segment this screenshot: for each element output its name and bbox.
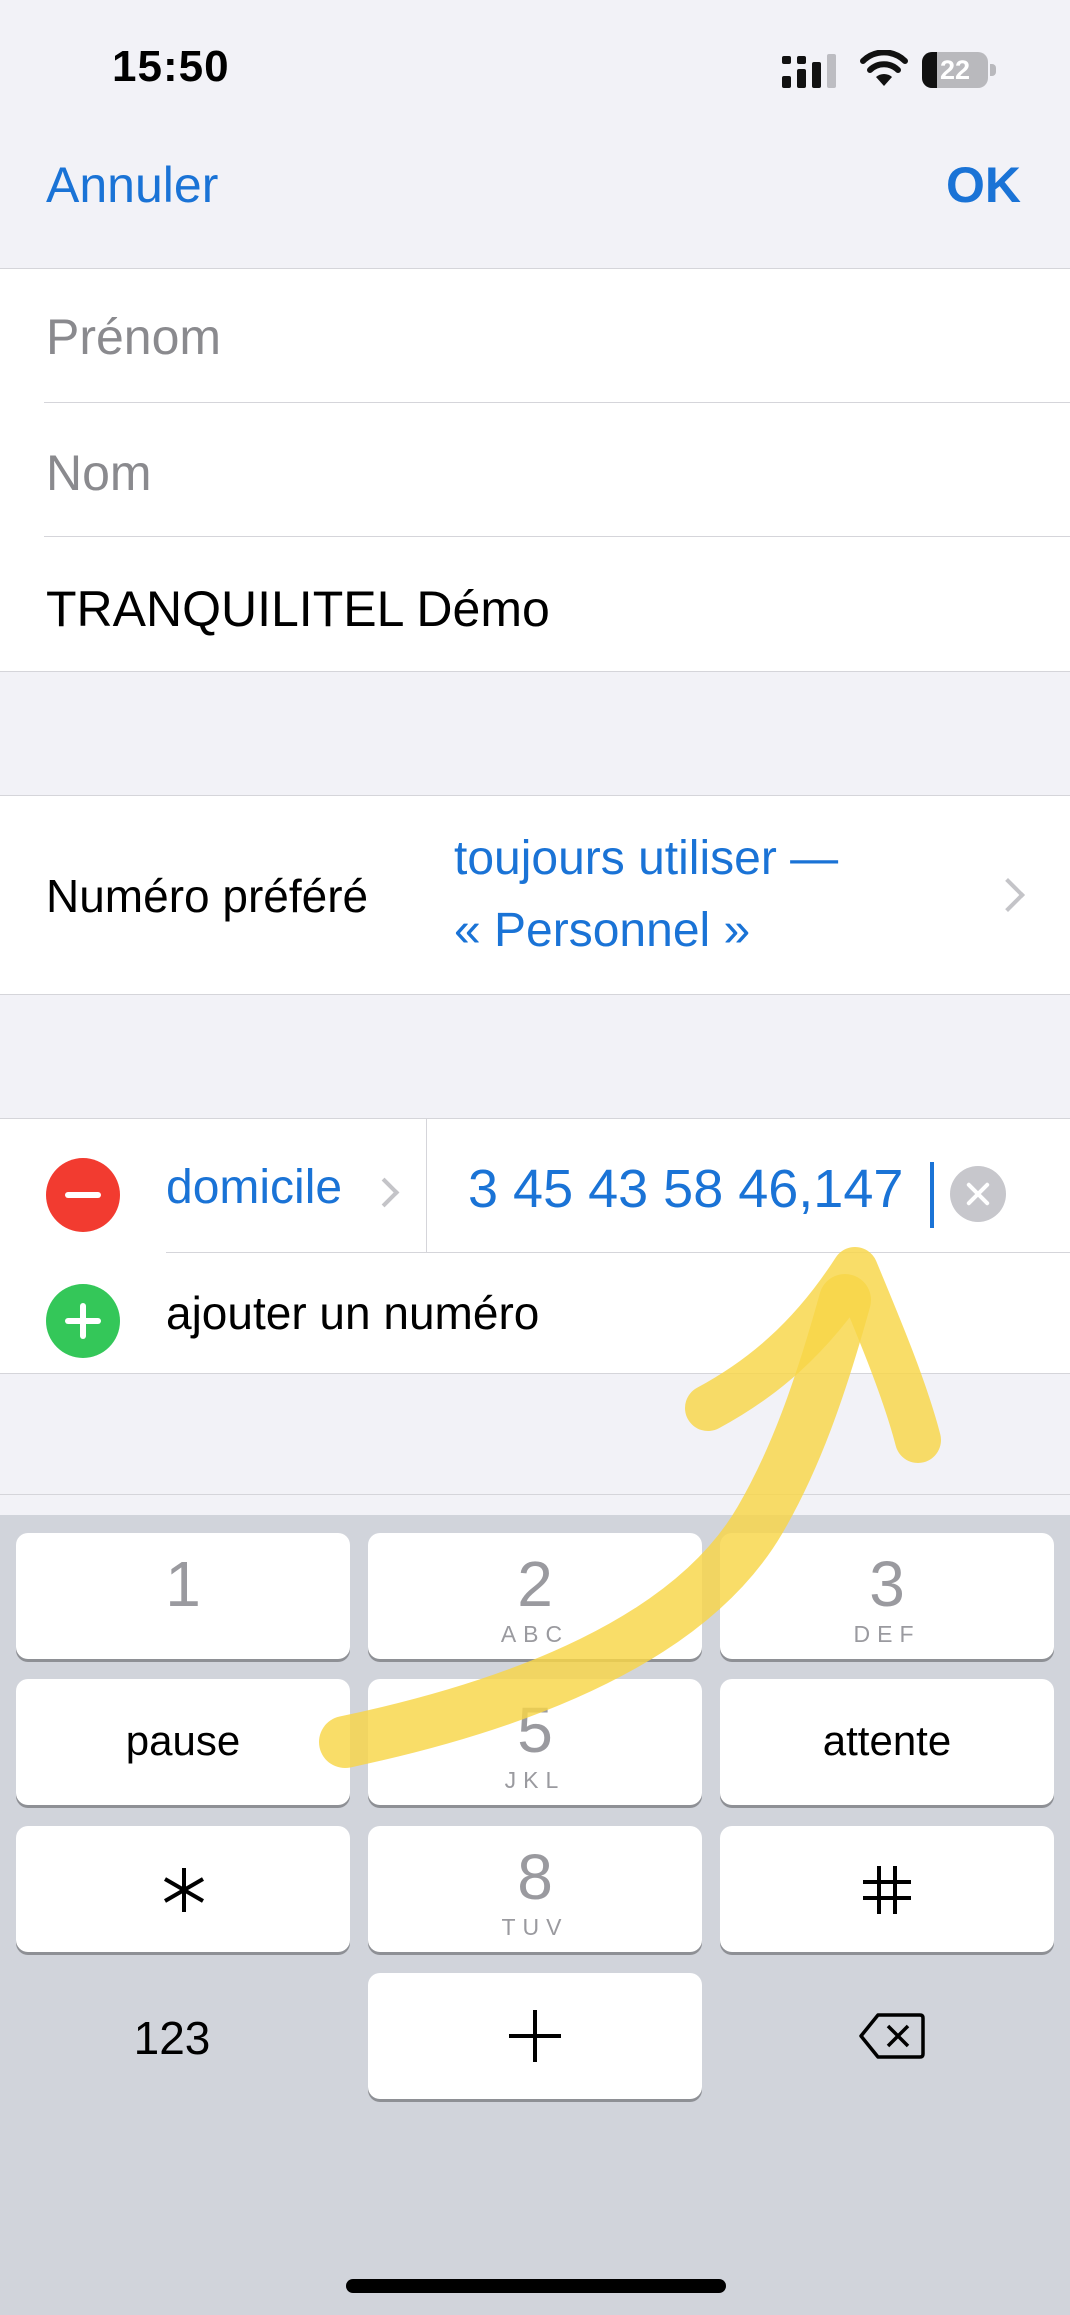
key-3-letters: DEF [853,1621,921,1647]
wifi-icon [860,50,908,86]
add-phone-button[interactable] [46,1284,120,1358]
remove-phone-button[interactable] [46,1158,120,1232]
key-pause[interactable]: pause [16,1679,350,1805]
hash-icon [863,1866,911,1914]
key-star[interactable] [16,1826,350,1952]
key-123[interactable]: 123 [5,1973,339,2099]
asterisk-icon [163,1868,205,1912]
last-name-field[interactable]: Nom [46,444,152,502]
name-section: Prénom Nom TRANQUILITEL Démo [0,268,1070,672]
preferred-number-value-line2: « Personnel » [454,904,751,957]
key-plus[interactable] [368,1973,702,2099]
key-1[interactable]: 1 [16,1533,350,1659]
backspace-icon [859,2013,925,2059]
cancel-button[interactable]: Annuler [46,156,218,214]
key-5-digit: 5 [517,1694,553,1766]
preferred-number-label: Numéro préféré [46,870,369,922]
chevron-right-icon [369,1177,400,1208]
key-5-letters: JKL [504,1767,566,1793]
key-2-letters: ABC [500,1621,570,1647]
battery-icon: 22 [922,52,998,88]
key-123-label: 123 [133,2012,211,2064]
delete-key[interactable] [724,1973,1058,2099]
company-field[interactable]: TRANQUILITEL Démo [46,580,550,638]
first-name-field[interactable]: Prénom [46,308,221,366]
key-hash[interactable] [720,1826,1054,1952]
text-cursor [930,1162,934,1228]
home-indicator [346,2279,726,2293]
phone-label-selector[interactable]: domicile [166,1160,342,1215]
preferred-number-row[interactable]: Numéro préféré toujours utiliser — « Per… [0,795,1070,995]
preferred-number-value-line1: toujours utiliser — [454,832,839,885]
phone-number-input[interactable]: 3 45 43 58 46,147 [468,1158,903,1220]
key-wait-label: attente [822,1717,952,1764]
chevron-right-icon [991,878,1025,912]
done-button[interactable]: OK [946,156,1021,214]
key-5[interactable]: 5 JKL [368,1679,702,1805]
key-pause-label: pause [125,1717,241,1764]
key-8[interactable]: 8 TUV [368,1826,702,1952]
clear-icon[interactable] [950,1166,1006,1222]
phone-section: domicile 3 45 43 58 46,147 ajouter un nu… [0,1118,1070,1374]
key-wait[interactable]: attente [720,1679,1054,1805]
status-time: 15:50 [112,42,230,91]
key-2[interactable]: 2 ABC [368,1533,702,1659]
key-1-digit: 1 [165,1548,201,1620]
phone-keypad: 1 2 ABC 3 DEF pause 5 JKL attente 8 TUV [0,1515,1070,2315]
battery-level: 22 [939,55,971,85]
key-3-digit: 3 [869,1548,905,1620]
key-2-digit: 2 [517,1548,553,1620]
key-3[interactable]: 3 DEF [720,1533,1054,1659]
add-phone-label[interactable]: ajouter un numéro [166,1286,539,1340]
key-8-digit: 8 [517,1841,553,1913]
signal-icon [782,54,836,88]
key-8-letters: TUV [501,1914,569,1940]
plus-icon [509,2010,561,2062]
